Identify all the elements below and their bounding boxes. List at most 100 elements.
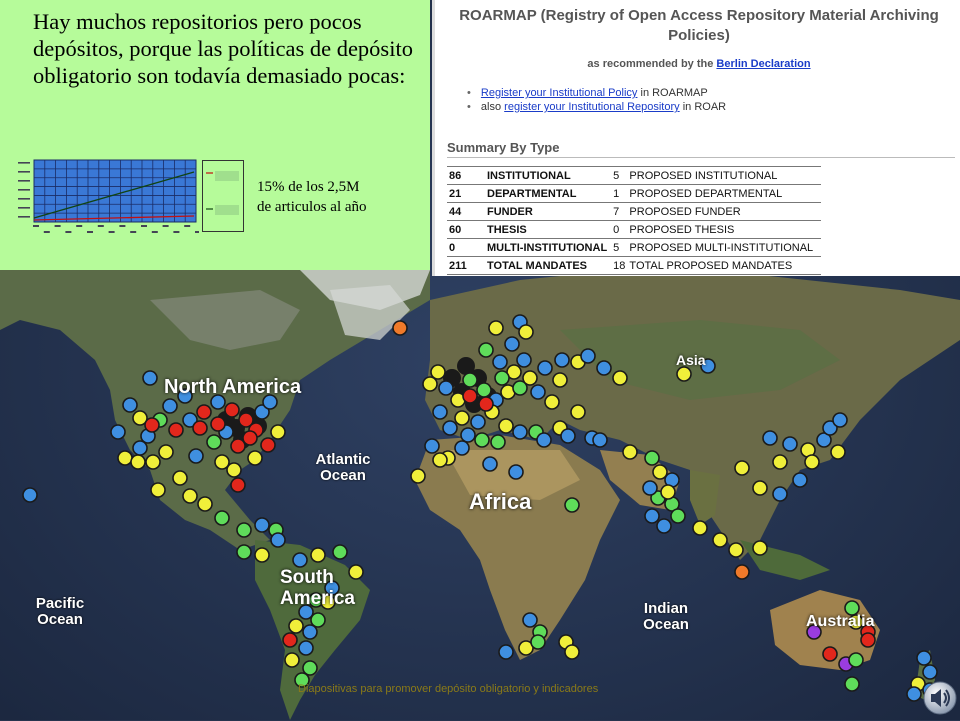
repository-marker[interactable] [728, 542, 744, 558]
register-repository-link[interactable]: register your Institutional Repository [504, 101, 679, 113]
repository-marker[interactable] [676, 366, 692, 382]
repository-marker[interactable] [752, 480, 768, 496]
berlin-declaration-link[interactable]: Berlin Declaration [716, 58, 810, 70]
repository-marker[interactable] [247, 450, 263, 466]
repository-marker[interactable] [196, 404, 212, 420]
repository-marker[interactable] [168, 422, 184, 438]
repository-marker[interactable] [498, 418, 514, 434]
repository-marker[interactable] [454, 410, 470, 426]
repository-marker[interactable] [564, 497, 580, 513]
repository-marker[interactable] [832, 412, 848, 428]
repository-marker[interactable] [422, 376, 438, 392]
repository-marker[interactable] [310, 547, 326, 563]
repository-marker[interactable] [504, 336, 520, 352]
repository-marker[interactable] [916, 650, 932, 666]
repository-marker[interactable] [162, 398, 178, 414]
repository-marker[interactable] [462, 372, 478, 388]
repository-marker[interactable] [260, 437, 276, 453]
repository-marker[interactable] [288, 618, 304, 634]
repository-marker[interactable] [478, 396, 494, 412]
repository-marker[interactable] [158, 444, 174, 460]
audio-button[interactable] [922, 680, 958, 716]
repository-marker[interactable] [117, 450, 133, 466]
repository-marker[interactable] [392, 320, 408, 336]
repository-marker[interactable] [284, 652, 300, 668]
repository-marker[interactable] [830, 444, 846, 460]
repository-marker[interactable] [282, 632, 298, 648]
repository-marker[interactable] [470, 414, 486, 430]
repository-marker[interactable] [644, 508, 660, 524]
repository-marker[interactable] [922, 664, 938, 680]
repository-marker[interactable] [782, 436, 798, 452]
repository-marker[interactable] [254, 547, 270, 563]
repository-marker[interactable] [348, 564, 364, 580]
repository-marker[interactable] [145, 454, 161, 470]
repository-marker[interactable] [122, 397, 138, 413]
repository-marker[interactable] [214, 510, 230, 526]
repository-marker[interactable] [270, 424, 286, 440]
repository-marker[interactable] [772, 486, 788, 502]
repository-marker[interactable] [822, 646, 838, 662]
repository-marker[interactable] [762, 430, 778, 446]
repository-marker[interactable] [476, 382, 492, 398]
repository-marker[interactable] [182, 488, 198, 504]
repository-marker[interactable] [132, 440, 148, 456]
repository-marker[interactable] [488, 320, 504, 336]
repository-marker[interactable] [494, 370, 510, 386]
register-policy-link[interactable]: Register your Institutional Policy [481, 87, 638, 99]
repository-marker[interactable] [844, 676, 860, 692]
repository-marker[interactable] [772, 454, 788, 470]
repository-marker[interactable] [530, 634, 546, 650]
repository-marker[interactable] [130, 454, 146, 470]
repository-marker[interactable] [410, 468, 426, 484]
repository-marker[interactable] [478, 342, 494, 358]
repository-marker[interactable] [660, 484, 676, 500]
repository-marker[interactable] [656, 518, 672, 534]
repository-marker[interactable] [424, 438, 440, 454]
repository-marker[interactable] [492, 354, 508, 370]
repository-marker[interactable] [482, 456, 498, 472]
repository-marker[interactable] [518, 324, 534, 340]
repository-marker[interactable] [734, 460, 750, 476]
repository-marker[interactable] [522, 612, 538, 628]
repository-marker[interactable] [536, 432, 552, 448]
repository-marker[interactable] [192, 420, 208, 436]
repository-marker[interactable] [226, 462, 242, 478]
repository-marker[interactable] [236, 522, 252, 538]
repository-marker[interactable] [490, 434, 506, 450]
repository-marker[interactable] [498, 644, 514, 660]
repository-marker[interactable] [906, 686, 922, 702]
repository-marker[interactable] [432, 452, 448, 468]
repository-marker[interactable] [442, 420, 458, 436]
repository-marker[interactable] [298, 640, 314, 656]
repository-marker[interactable] [206, 434, 222, 450]
repository-marker[interactable] [254, 517, 270, 533]
repository-marker[interactable] [596, 360, 612, 376]
repository-marker[interactable] [508, 464, 524, 480]
repository-marker[interactable] [512, 424, 528, 440]
repository-marker[interactable] [150, 482, 166, 498]
repository-marker[interactable] [522, 370, 538, 386]
repository-marker[interactable] [142, 370, 158, 386]
repository-marker[interactable] [592, 432, 608, 448]
repository-marker[interactable] [460, 427, 476, 443]
repository-marker[interactable] [438, 380, 454, 396]
repository-marker[interactable] [236, 544, 252, 560]
repository-marker[interactable] [516, 352, 532, 368]
repository-marker[interactable] [564, 644, 580, 660]
repository-marker[interactable] [332, 544, 348, 560]
repository-marker[interactable] [197, 496, 213, 512]
repository-marker[interactable] [292, 552, 308, 568]
repository-marker[interactable] [692, 520, 708, 536]
repository-marker[interactable] [644, 450, 660, 466]
repository-marker[interactable] [210, 416, 226, 432]
repository-marker[interactable] [462, 388, 478, 404]
repository-marker[interactable] [224, 402, 240, 418]
repository-marker[interactable] [860, 632, 876, 648]
repository-marker[interactable] [712, 532, 728, 548]
repository-marker[interactable] [792, 472, 808, 488]
repository-marker[interactable] [474, 432, 490, 448]
repository-marker[interactable] [580, 348, 596, 364]
repository-marker[interactable] [670, 508, 686, 524]
repository-marker[interactable] [432, 404, 448, 420]
